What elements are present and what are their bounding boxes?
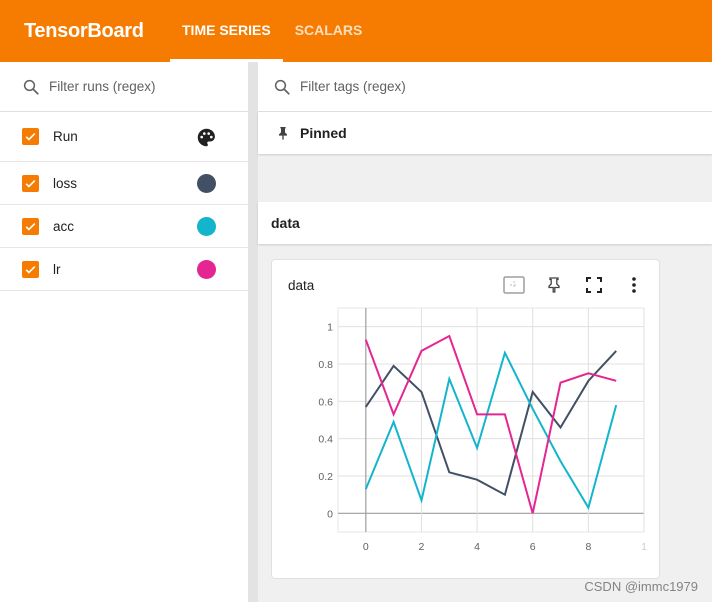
- y-tick-label: 0.4: [318, 434, 333, 446]
- run-checkbox[interactable]: [22, 260, 39, 278]
- fullscreen-button[interactable]: [583, 274, 605, 296]
- select-all-checkbox[interactable]: [22, 128, 39, 145]
- runs-filter-input[interactable]: [49, 79, 229, 94]
- scalar-card: data 0 0.2 0.4 0.6 0.8 1 0 2 4 6 8 1: [271, 259, 660, 579]
- run-color-swatch[interactable]: [197, 259, 216, 279]
- search-icon: [23, 79, 39, 95]
- app-title: TensorBoard: [24, 20, 144, 42]
- pin-card-button[interactable]: [543, 274, 565, 296]
- tab-scalars[interactable]: SCALARS: [283, 0, 375, 62]
- run-checkbox[interactable]: [22, 174, 39, 192]
- line-chart[interactable]: 0 0.2 0.4 0.6 0.8 1 0 2 4 6 8 1: [272, 300, 661, 575]
- tags-filter: [258, 62, 712, 112]
- pin-icon: [279, 127, 287, 140]
- run-row-lr[interactable]: lr: [0, 248, 248, 291]
- search-icon: [274, 79, 290, 95]
- x-tick-label: 2: [419, 541, 425, 553]
- watermark: CSDN @immc1979: [584, 579, 698, 594]
- more-vert-icon: [632, 277, 636, 293]
- x-tick-label: 6: [530, 541, 536, 553]
- y-tick-label: 0.8: [318, 359, 333, 371]
- pinned-label: Pinned: [300, 125, 347, 141]
- pin-outline-icon: [548, 277, 560, 293]
- y-tick-label: 0: [327, 508, 333, 520]
- run-checkbox[interactable]: [22, 217, 39, 235]
- run-label: loss: [53, 175, 78, 191]
- y-tick-label: 1: [327, 322, 333, 334]
- x-tick-label: 8: [585, 541, 591, 553]
- fit-to-domain-icon: [503, 276, 525, 294]
- run-color-swatch[interactable]: [197, 216, 216, 236]
- tags-filter-input[interactable]: [300, 79, 600, 94]
- tag-group-title: data: [271, 215, 300, 231]
- runs-panel: Run loss acc lr: [0, 62, 248, 602]
- x-tick-label: 0: [363, 541, 369, 553]
- palette-icon[interactable]: [196, 127, 217, 148]
- y-tick-label: 0.6: [318, 396, 333, 408]
- runs-header-row: Run: [0, 112, 248, 162]
- check-icon: [25, 132, 36, 141]
- y-tick-label: 0.2: [318, 471, 333, 483]
- more-options-button[interactable]: [623, 274, 645, 296]
- tab-time-series[interactable]: TIME SERIES: [170, 0, 283, 62]
- plot-area: [337, 307, 645, 533]
- run-label: lr: [53, 261, 61, 277]
- top-app-bar: TensorBoard TIME SERIES SCALARS: [0, 0, 712, 62]
- run-row-loss[interactable]: loss: [0, 162, 248, 205]
- x-tick-label: 4: [474, 541, 480, 553]
- check-icon: [25, 179, 36, 188]
- x-tick-label: 1: [641, 541, 647, 553]
- check-icon: [25, 222, 36, 231]
- run-label: acc: [53, 218, 75, 234]
- tag-group-header[interactable]: data: [258, 202, 712, 244]
- panel-resize-handle[interactable]: [248, 62, 258, 602]
- card-title: data: [288, 278, 315, 293]
- check-icon: [25, 265, 36, 274]
- runs-filter: [0, 62, 248, 112]
- card-toolbar: [503, 274, 645, 296]
- main-panel: Pinned data data 0 0.2 0.4 0.6 0.8 1 0 2 4 6 8 1: [258, 62, 712, 602]
- run-row-acc[interactable]: acc: [0, 205, 248, 248]
- fit-domain-button[interactable]: [503, 274, 525, 296]
- series-line-loss: [364, 350, 617, 497]
- run-color-swatch[interactable]: [197, 173, 216, 193]
- runs-header-label: Run: [53, 129, 78, 144]
- fullscreen-icon: [586, 277, 602, 293]
- pinned-section-header: Pinned: [258, 112, 712, 154]
